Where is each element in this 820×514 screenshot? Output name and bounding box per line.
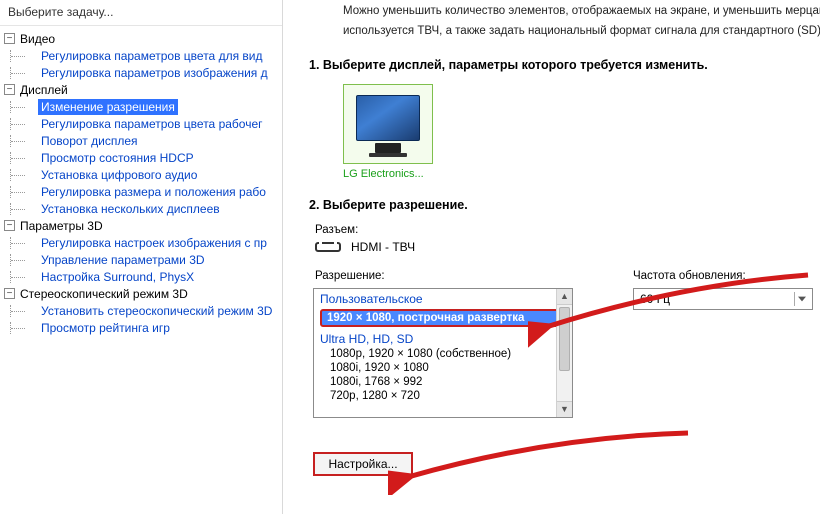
tree-item[interactable]: Просмотр состояния HDCP	[38, 150, 197, 166]
tree-cat-stereo[interactable]: Стереоскопический режим 3D	[17, 286, 191, 302]
task-sidebar: Выберите задачу... − Видео Регулировка п…	[0, 0, 283, 514]
tree-cat-video[interactable]: Видео	[17, 31, 58, 47]
settings-button[interactable]: Настройка...	[313, 452, 413, 476]
connector-value: HDMI - ТВЧ	[351, 240, 415, 254]
scroll-up-icon[interactable]: ▲	[557, 289, 572, 305]
tree-item[interactable]: Установка нескольких дисплеев	[38, 201, 223, 217]
refresh-value: 60 Гц	[640, 292, 670, 306]
tree-toggle-icon[interactable]: −	[4, 84, 15, 95]
tree-item-change-resolution[interactable]: Изменение разрешения	[38, 99, 178, 115]
tree-item[interactable]: Регулировка параметров цвета для вид	[38, 48, 265, 64]
tree-cat-3d[interactable]: Параметры 3D	[17, 218, 106, 234]
monitor-label: LG Electronics...	[343, 168, 820, 180]
step1-title: 1. Выберите дисплей, параметры которого …	[309, 58, 820, 72]
resolution-option[interactable]: 1080p, 1920 × 1080 (собственное)	[314, 347, 572, 361]
scroll-thumb[interactable]	[559, 307, 570, 371]
resolution-listbox[interactable]: Пользовательское 1920 × 1080, построчная…	[313, 288, 573, 418]
tree-item[interactable]: Установить стереоскопический режим 3D	[38, 303, 275, 319]
hdmi-icon	[315, 242, 341, 252]
connector-label: Разъем:	[315, 224, 820, 236]
tree-item[interactable]: Настройка Surround, PhysX	[38, 269, 197, 285]
resolution-option[interactable]: 720p, 1280 × 720	[314, 389, 572, 403]
res-group-hd: Ultra HD, HD, SD	[314, 329, 572, 347]
tree-toggle-icon[interactable]: −	[4, 288, 15, 299]
tree-item[interactable]: Управление параметрами 3D	[38, 252, 208, 268]
chevron-down-icon	[794, 292, 808, 306]
step2-title: 2. Выберите разрешение.	[309, 198, 820, 212]
refresh-rate-select[interactable]: 60 Гц	[633, 288, 813, 310]
tree-item[interactable]: Регулировка размера и положения рабо	[38, 184, 269, 200]
tree-item[interactable]: Поворот дисплея	[38, 133, 141, 149]
refresh-label: Частота обновления:	[633, 270, 813, 282]
scroll-down-icon[interactable]: ▼	[557, 401, 572, 417]
tree-toggle-icon[interactable]: −	[4, 220, 15, 231]
tree-item[interactable]: Просмотр рейтинга игр	[38, 320, 173, 336]
resolution-option[interactable]: 1080i, 1768 × 992	[314, 375, 572, 389]
main-content: Можно уменьшить количество элементов, от…	[283, 0, 820, 514]
tree-item[interactable]: Регулировка параметров цвета рабочег	[38, 116, 266, 132]
monitor-icon	[343, 84, 433, 164]
listbox-scrollbar[interactable]: ▲ ▼	[556, 289, 572, 417]
tree-cat-display[interactable]: Дисплей	[17, 82, 71, 98]
tree-item[interactable]: Регулировка параметров изображения д	[38, 65, 271, 81]
sidebar-title: Выберите задачу...	[0, 0, 282, 26]
resolution-selected[interactable]: 1920 × 1080, построчная развертка	[320, 309, 566, 327]
tree-item[interactable]: Установка цифрового аудио	[38, 167, 200, 183]
tree-item[interactable]: Регулировка настроек изображения с пр	[38, 235, 270, 251]
description-text: используется ТВЧ, а также задать национа…	[303, 20, 820, 40]
monitor-selector[interactable]: LG Electronics...	[343, 84, 820, 180]
task-tree: − Видео Регулировка параметров цвета для…	[0, 26, 282, 336]
description-text: Можно уменьшить количество элементов, от…	[303, 0, 820, 20]
resolution-label: Разрешение:	[315, 270, 593, 282]
tree-toggle-icon[interactable]: −	[4, 33, 15, 44]
resolution-option[interactable]: 1080i, 1920 × 1080	[314, 361, 572, 375]
res-group-custom: Пользовательское	[314, 289, 572, 307]
